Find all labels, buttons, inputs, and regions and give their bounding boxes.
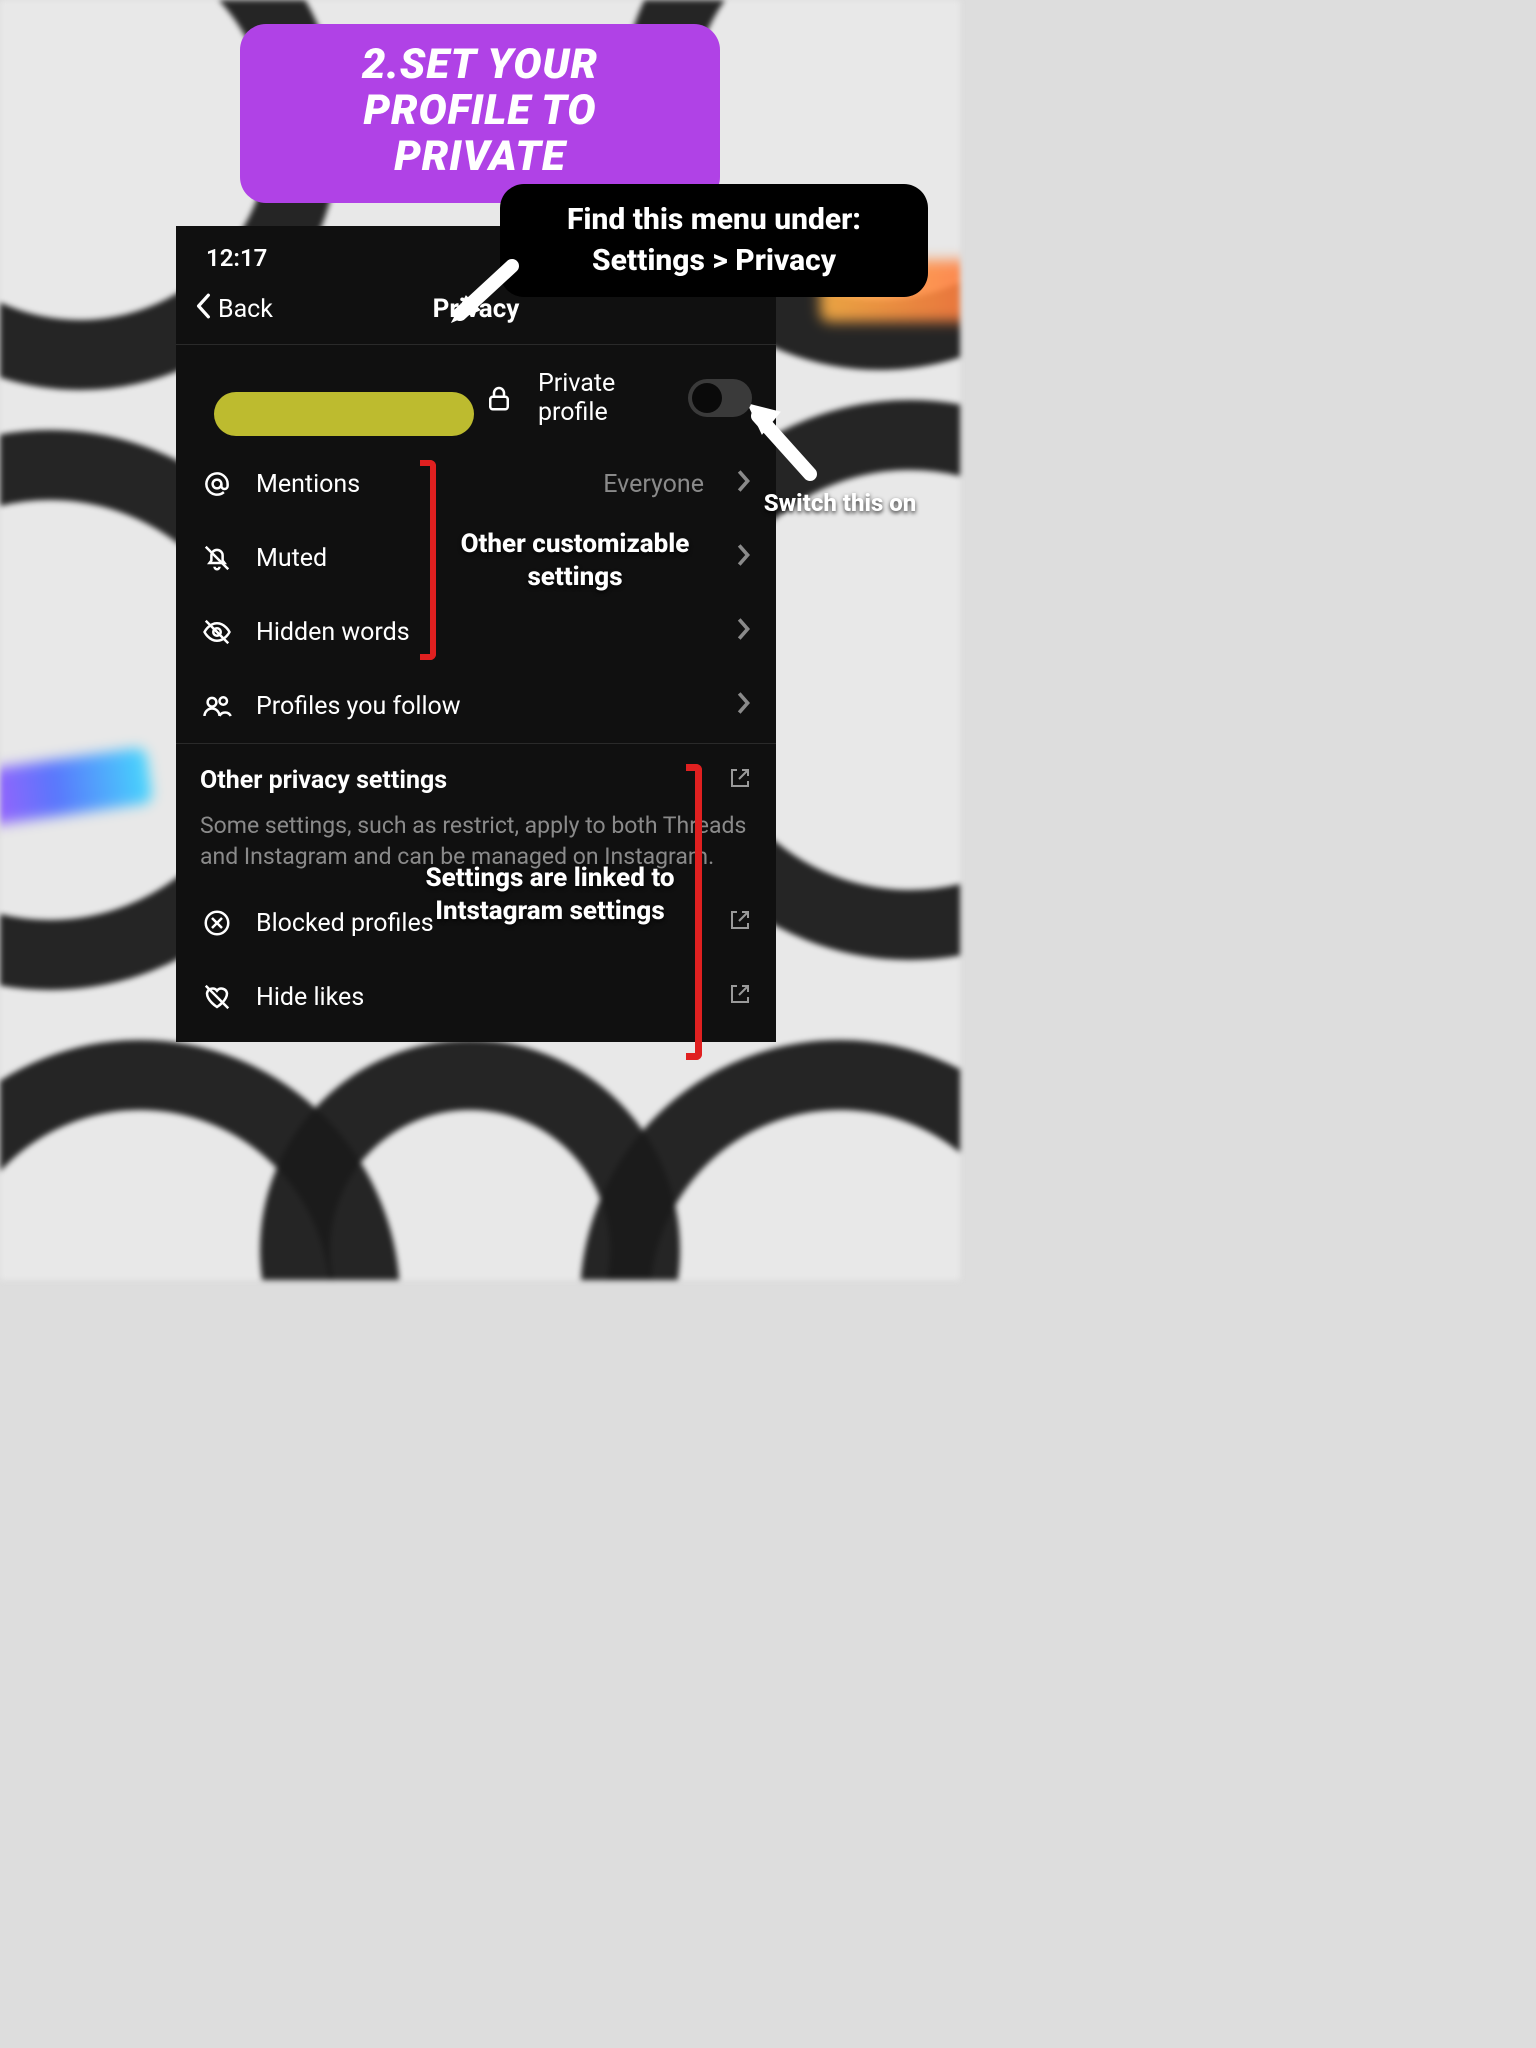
chevron-right-icon [736,617,752,647]
lock-icon [482,381,516,415]
bell-off-icon [200,541,234,575]
arrow-icon [442,256,522,340]
external-link-icon [728,908,752,938]
chevron-right-icon [736,691,752,721]
row-profiles-you-follow[interactable]: Profiles you follow [176,669,776,743]
row-mentions[interactable]: Mentions Everyone [176,447,776,521]
private-profile-label: Private profile [538,369,666,427]
back-button[interactable]: Back [194,293,273,326]
circle-x-icon [200,906,234,940]
back-label: Back [218,295,273,324]
hide-likes-label: Hide likes [256,983,706,1012]
people-icon [200,689,234,723]
muted-label: Muted [256,544,704,573]
blocked-label: Blocked profiles [256,909,706,938]
instruction-banner: 2.SET YOUR PROFILE TO PRIVATE [240,24,720,203]
chevron-right-icon [736,469,752,499]
mentions-label: Mentions [256,470,581,499]
external-link-icon [728,982,752,1012]
eye-off-icon [200,615,234,649]
mentions-value: Everyone [603,470,704,499]
profiles-follow-label: Profiles you follow [256,692,704,721]
row-private-profile[interactable]: Private profile [176,345,776,447]
row-hidden-words[interactable]: Hidden words [176,595,776,669]
other-privacy-heading: Other privacy settings [200,766,447,795]
external-link-icon [728,766,752,796]
chevron-left-icon [194,293,214,326]
heart-off-icon [200,980,234,1014]
phone-screenshot: 12:17 Back Privacy Private profile Menti… [176,226,776,1042]
annotation-find-menu: Find this menu under: Settings > Privacy [500,184,928,297]
chevron-right-icon [736,543,752,573]
private-profile-toggle[interactable] [688,379,752,417]
annotation-switch-on: Switch this on [740,488,940,518]
hidden-words-label: Hidden words [256,618,704,647]
at-icon [200,467,234,501]
